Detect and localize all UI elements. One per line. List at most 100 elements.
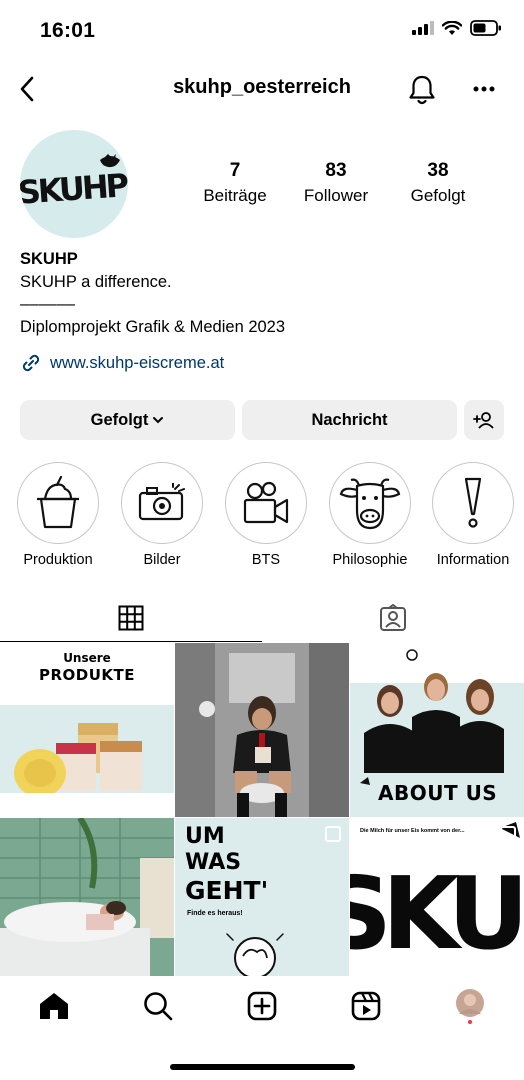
profile-bio: SKUHP SKUHP a difference. –––––– Diplomp…	[20, 248, 510, 338]
post-4[interactable]	[0, 818, 174, 992]
carousel-icon	[325, 826, 341, 842]
add-user-icon	[473, 412, 494, 429]
post-2[interactable]	[175, 643, 349, 817]
post-1-title-small: Unsere	[63, 651, 111, 665]
chevron-down-icon	[153, 417, 164, 424]
highlight-bilder[interactable]: Bilder	[110, 462, 214, 568]
suggested-users-button[interactable]	[464, 400, 504, 440]
post-6-image: SKUHP	[350, 818, 524, 992]
profile-stats: 7 Beiträge 83 Follower 38 Gefolgt	[180, 160, 500, 212]
post-5-line-1: UM	[185, 824, 225, 849]
carousel-icon	[500, 826, 516, 842]
tab-posts-grid[interactable]	[0, 594, 262, 642]
post-5[interactable]: UM WAS GEHT' Finde es heraus!	[175, 818, 349, 992]
bio-line-2: ––––––	[20, 295, 76, 313]
highlight-bilder-label: Bilder	[143, 552, 181, 568]
signal-icon	[412, 21, 434, 35]
post-1[interactable]: Unsere PRODUKTE	[0, 643, 174, 817]
more-horizontal-icon	[473, 86, 495, 92]
message-button-label: Nachricht	[311, 410, 388, 429]
highlight-information-label: Information	[436, 552, 510, 568]
stat-following[interactable]: 38 Gefolgt	[388, 160, 488, 206]
battery-icon	[470, 20, 501, 36]
status-icons	[412, 20, 502, 36]
stat-following-label: Gefolgt	[410, 186, 466, 205]
post-6[interactable]: SKUHP Die Milch für unser Eis kommt von …	[350, 818, 524, 992]
highlight-produktion-label: Produktion	[23, 552, 93, 568]
carousel-icon	[150, 651, 166, 667]
post-3[interactable]: ABOUT US	[350, 643, 524, 817]
notifications-button[interactable]	[404, 72, 440, 108]
highlight-bts-label: BTS	[251, 552, 281, 568]
following-button[interactable]: Gefolgt	[20, 400, 235, 440]
exclamation-icon	[464, 477, 482, 528]
link-icon	[22, 354, 40, 372]
highlight-philosophie-label: Philosophie	[332, 552, 408, 568]
reels-icon	[351, 991, 381, 1021]
stat-posts[interactable]: 7 Beiträge	[185, 160, 285, 206]
profile-display-name: SKUHP	[20, 250, 78, 268]
posts-grid: Unsere PRODUKTE ABOUT US UM WAS GEHT' Fi…	[0, 643, 524, 992]
nav-reels[interactable]	[346, 988, 386, 1024]
stat-followers[interactable]: 83 Follower	[286, 160, 386, 206]
highlight-produktion[interactable]: Produktion	[6, 462, 110, 568]
tab-tagged[interactable]	[262, 594, 524, 642]
highlight-bts[interactable]: BTS	[214, 462, 318, 568]
status-time: 16:01	[40, 19, 96, 42]
stat-followers-label: Follower	[303, 186, 369, 205]
status-bar: 16:01	[0, 0, 524, 62]
bio-website-link[interactable]: www.skuhp-eiscreme.at	[20, 352, 224, 374]
more-options-button[interactable]	[466, 74, 502, 104]
post-6-caption: Die Milch für unser Eis kommt von der...	[360, 828, 465, 834]
stat-following-count: 38	[427, 160, 449, 181]
home-icon	[40, 993, 68, 1019]
skuhp-logo: SKUHP	[20, 130, 128, 238]
story-highlights: Produktion Bilder BTS Philosophie Inform…	[0, 462, 524, 572]
video-camera-icon	[243, 481, 289, 524]
bio-line-1: SKUHP a difference.	[20, 272, 172, 291]
post-3-title: ABOUT US	[378, 781, 498, 805]
tagged-person-icon	[380, 604, 406, 631]
post-4-image	[0, 818, 174, 992]
profile-username: skuhp_oesterreich	[173, 76, 351, 98]
stat-followers-count: 83	[325, 160, 347, 181]
nav-profile[interactable]	[450, 988, 490, 1024]
post-5-subline: Finde es heraus!	[187, 910, 243, 917]
ice-cream-cup-icon	[37, 475, 79, 529]
add-post-icon	[247, 991, 277, 1021]
highlight-information-circle	[432, 462, 514, 544]
following-button-label: Gefolgt	[90, 410, 149, 429]
bio-line-3: Diplomprojekt Grafik & Medien 2023	[20, 317, 286, 336]
grid-icon	[118, 605, 144, 630]
message-button[interactable]: Nachricht	[242, 400, 457, 440]
bio-website-text: www.skuhp-eiscreme.at	[50, 353, 225, 372]
highlight-bilder-circle	[121, 462, 203, 544]
wifi-icon	[442, 20, 462, 35]
stat-posts-count: 7	[229, 160, 241, 181]
post-5-line-3: GEHT'	[185, 876, 269, 905]
profile-avatar-icon	[456, 989, 484, 1024]
cow-icon	[339, 478, 401, 530]
nav-create[interactable]	[242, 988, 282, 1024]
highlight-philosophie[interactable]: Philosophie	[318, 462, 422, 568]
top-nav: skuhp_oesterreich	[0, 62, 524, 116]
highlight-bts-circle	[225, 462, 307, 544]
profile-tabs	[0, 594, 524, 642]
stat-posts-label: Beiträge	[203, 186, 267, 205]
search-icon	[144, 992, 173, 1021]
profile-avatar[interactable]: SKUHP	[20, 130, 128, 238]
svg-text:SKUHP: SKUHP	[20, 166, 128, 212]
camera-icon	[138, 483, 185, 521]
nav-search[interactable]	[138, 988, 178, 1024]
home-indicator	[170, 1064, 355, 1070]
svg-text:SKUHP: SKUHP	[350, 855, 524, 972]
post-2-image	[175, 643, 349, 817]
bell-icon	[409, 75, 435, 105]
bottom-nav	[0, 976, 524, 1036]
nav-home[interactable]	[34, 988, 74, 1024]
post-5-line-2: WAS	[185, 850, 242, 875]
highlight-information[interactable]: Information	[421, 462, 524, 568]
post-1-title-large: PRODUKTE	[38, 666, 136, 684]
carousel-icon	[500, 651, 516, 667]
highlight-philosophie-circle	[329, 462, 411, 544]
